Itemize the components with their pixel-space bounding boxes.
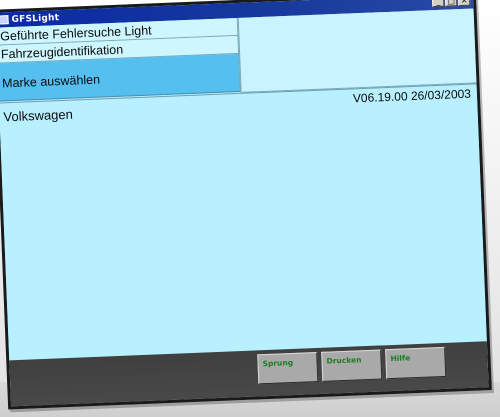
minimize-button[interactable]: _ — [432, 0, 445, 8]
print-button[interactable]: Drucken — [321, 349, 383, 382]
brand-list-item[interactable]: Volkswagen — [3, 107, 73, 125]
window-controls: _ □ × — [432, 0, 471, 8]
close-button[interactable]: × — [457, 0, 471, 7]
photo-background: GFSLight _ □ × Geführte Fehlersuche Ligh… — [0, 0, 500, 417]
main-panel: Volkswagen V06.19.00 26/03/2003 — [0, 83, 487, 362]
version-label: V06.19.00 26/03/2003 — [352, 86, 472, 106]
jump-button[interactable]: Sprung — [257, 352, 319, 385]
window-title: GFSLight — [11, 12, 60, 25]
info-panel — [237, 8, 477, 93]
maximize-button[interactable]: □ — [445, 0, 458, 7]
help-button[interactable]: Hilfe — [385, 346, 447, 380]
app-icon — [0, 15, 9, 25]
navigation-menu: Geführte Fehlersuche Light Fahrzeugident… — [0, 17, 241, 102]
application-window: GFSLight _ □ × Geführte Fehlersuche Ligh… — [0, 0, 492, 410]
